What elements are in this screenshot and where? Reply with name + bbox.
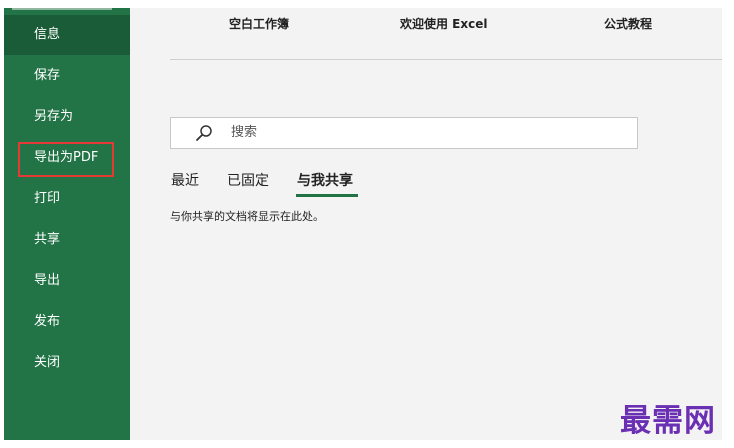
template-blank-workbook[interactable]: 空白工作簿 (229, 15, 289, 32)
backstage-sidebar: 信息 保存 另存为 导出为PDF 打印 共享 导出 发布 关闭 (4, 8, 130, 440)
templates-divider (170, 59, 722, 60)
active-tab-underline (296, 194, 358, 197)
watermark-logo: 最需网 (620, 403, 716, 439)
nav-info[interactable]: 信息 (4, 15, 130, 55)
template-welcome-excel[interactable]: 欢迎使用 Excel (400, 15, 487, 32)
nav-save[interactable]: 保存 (4, 56, 130, 96)
main-panel: 空白工作簿 欢迎使用 Excel 公式教程 搜索 最近 已固定 与我共享 与你共… (130, 8, 722, 440)
search-box[interactable]: 搜索 (170, 117, 638, 149)
right-edge (722, 0, 734, 448)
empty-state-message: 与你共享的文档将显示在此处。 (170, 210, 324, 223)
template-formula-tutorial[interactable]: 公式教程 (604, 15, 652, 32)
search-icon (196, 125, 212, 141)
nav-export[interactable]: 导出 (4, 261, 130, 301)
tab-shared-with-me[interactable]: 与我共享 (297, 170, 353, 190)
tab-pinned[interactable]: 已固定 (227, 170, 269, 190)
nav-save-as[interactable]: 另存为 (4, 97, 130, 137)
nav-print[interactable]: 打印 (4, 179, 130, 219)
sidebar-back-divider (12, 8, 112, 10)
nav-close[interactable]: 关闭 (4, 343, 130, 383)
tab-recent[interactable]: 最近 (171, 170, 199, 190)
nav-share[interactable]: 共享 (4, 220, 130, 260)
export-pdf-highlight-box (18, 142, 114, 177)
nav-publish[interactable]: 发布 (4, 302, 130, 342)
search-placeholder: 搜索 (231, 125, 258, 140)
